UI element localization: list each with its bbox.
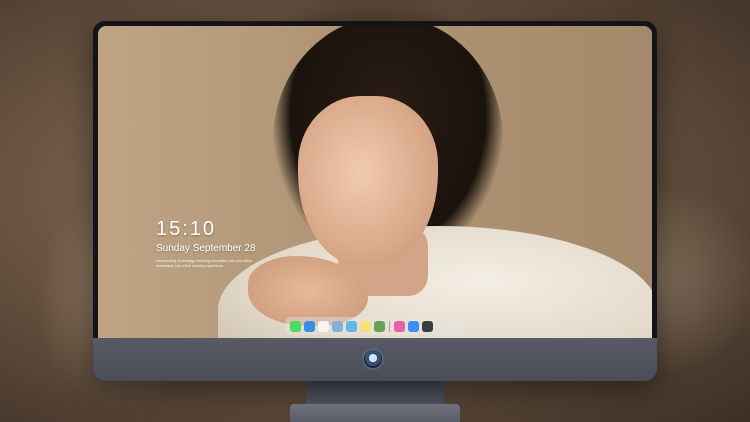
dock — [285, 317, 465, 335]
photos-icon[interactable] — [374, 320, 385, 332]
messages-icon[interactable] — [290, 320, 301, 332]
notes-icon[interactable] — [360, 320, 371, 332]
mail-icon[interactable] — [304, 320, 315, 332]
lock-screen[interactable]: 15:10 Sunday September 28 Harmonizing te… — [98, 26, 652, 338]
brand-logo-icon — [364, 350, 382, 368]
imac-monitor: 15:10 Sunday September 28 Harmonizing te… — [93, 21, 657, 381]
dock-separator — [389, 320, 390, 332]
clock-icon[interactable] — [318, 320, 329, 332]
clapperboard-icon[interactable] — [346, 320, 357, 332]
app-store-icon[interactable] — [408, 320, 419, 332]
camera-icon[interactable] — [422, 320, 433, 332]
music-icon[interactable] — [394, 320, 405, 332]
monitor-stand-base — [290, 404, 460, 422]
lock-tagline: Harmonizing technology, blending innovat… — [156, 259, 253, 268]
lock-info: 15:10 Sunday September 28 Harmonizing te… — [156, 218, 266, 269]
preview-icon[interactable] — [332, 320, 343, 332]
monitor-chin — [93, 338, 657, 381]
lock-date: Sunday September 28 — [156, 243, 256, 254]
lock-clock: 15:10 — [156, 218, 217, 240]
wallpaper-face — [298, 96, 438, 266]
